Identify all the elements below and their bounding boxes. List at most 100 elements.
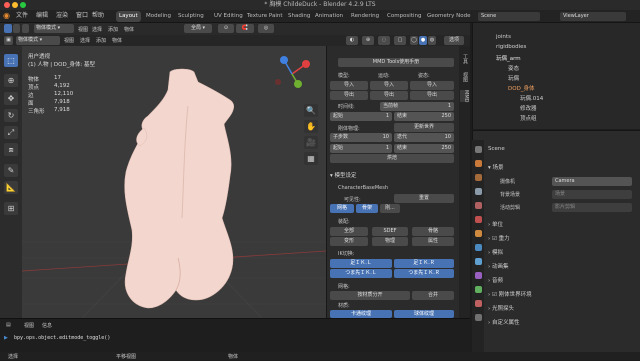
tab-shading[interactable]: Shading: [285, 11, 313, 22]
motion-import-button[interactable]: 导入: [370, 81, 408, 90]
model-export-button[interactable]: 导出: [330, 91, 368, 100]
tab-compositing[interactable]: Compositing: [384, 11, 424, 22]
assembly-physics-button[interactable]: 物理: [372, 237, 408, 246]
interaction-mode-dropdown[interactable]: 物体模式 ▾: [16, 36, 60, 45]
outliner-row[interactable]: 玩偶_arm: [496, 54, 521, 62]
visibility-icon[interactable]: ◐: [346, 36, 358, 45]
material-icon[interactable]: [475, 300, 482, 307]
join-button[interactable]: 合并: [412, 291, 454, 300]
ik-toe-l-button[interactable]: つま先ＩＫ.Ｌ: [330, 269, 392, 278]
ik-leg-l-button[interactable]: 足ＩＫ.Ｌ: [330, 259, 392, 268]
output-icon[interactable]: [475, 174, 482, 181]
constraints-icon[interactable]: [475, 272, 482, 279]
object-menu[interactable]: 物体: [112, 37, 122, 44]
simulation-panel[interactable]: › 模拟: [488, 248, 503, 256]
world-icon[interactable]: [475, 216, 482, 223]
camera-view-icon[interactable]: 🎥: [304, 136, 318, 149]
tab-layout[interactable]: Layout: [116, 11, 141, 22]
menu-window[interactable]: 窗口: [76, 12, 88, 20]
info-view-menu[interactable]: 视图: [24, 322, 34, 329]
measure-tool-icon[interactable]: 📐: [4, 181, 18, 194]
vis-armature-button[interactable]: 骨架: [356, 204, 378, 213]
menu-help[interactable]: 帮助: [92, 12, 104, 20]
outliner-row[interactable]: 修改器: [520, 104, 537, 112]
maximize-window-icon[interactable]: [20, 2, 26, 8]
move-tool-icon[interactable]: ✥: [4, 92, 18, 105]
active-clip-field[interactable]: 影片剪辑: [552, 203, 632, 212]
outliner-row[interactable]: joints: [496, 34, 511, 40]
menu-render[interactable]: 渲染: [56, 12, 68, 20]
minimize-window-icon[interactable]: [12, 2, 18, 8]
reset-button[interactable]: 重置: [394, 194, 454, 203]
scene-icon[interactable]: [475, 202, 482, 209]
gravity-panel[interactable]: › ☑ 重力: [488, 234, 510, 242]
pose-import-button[interactable]: 导入: [410, 81, 454, 90]
orientation-dropdown[interactable]: 全局 ▾: [184, 24, 212, 33]
pose-export-button[interactable]: 导出: [410, 91, 454, 100]
add-cube-tool-icon[interactable]: ⊞: [4, 202, 18, 215]
wireframe-shading-icon[interactable]: ◯: [410, 36, 418, 45]
close-window-icon[interactable]: [4, 2, 10, 8]
iteration-field[interactable]: 迭代 10: [394, 133, 454, 142]
annotate-tool-icon[interactable]: ✎: [4, 164, 18, 177]
rotate-tool-icon[interactable]: ↻: [4, 109, 18, 122]
outliner-row[interactable]: 玩偶: [508, 74, 519, 82]
blender-logo-icon[interactable]: ◉: [3, 12, 10, 20]
transform-tool-icon[interactable]: ⧈: [4, 143, 18, 156]
menu-file[interactable]: 文件: [16, 12, 28, 20]
material-shading-icon[interactable]: ◍: [428, 36, 436, 45]
cursor-tool-icon[interactable]: ⊕: [4, 74, 18, 87]
ortho-grid-icon[interactable]: ▦: [304, 152, 318, 165]
tab-view[interactable]: 视图: [460, 72, 469, 82]
assembly-property-button[interactable]: 属性: [412, 237, 454, 246]
vis-rigid-button[interactable]: 刚...: [380, 204, 400, 213]
options-button[interactable]: 选项: [444, 36, 464, 45]
pan-hand-icon[interactable]: ✋: [304, 120, 318, 133]
start-frame-field[interactable]: 起始 1: [330, 112, 392, 121]
header-add-menu[interactable]: 添加: [108, 26, 118, 33]
tab-mmd[interactable]: MMD: [460, 90, 469, 103]
gizmo-icon[interactable]: ⊕: [362, 36, 374, 45]
selection-subtract-icon[interactable]: [22, 24, 29, 33]
header-select-menu[interactable]: 选择: [92, 26, 102, 33]
tab-geometry-nodes[interactable]: Geometry Node: [424, 11, 474, 22]
solid-shading-icon[interactable]: ●: [419, 36, 427, 45]
object-mode-icon[interactable]: ▣: [4, 36, 13, 45]
scale-tool-icon[interactable]: ⤢: [4, 126, 18, 139]
menu-edit[interactable]: 编辑: [36, 12, 48, 20]
rigid-end-field[interactable]: 结束 250: [394, 144, 454, 153]
end-frame-field[interactable]: 结束 250: [394, 112, 454, 121]
outliner-row[interactable]: 玩偶.014: [520, 94, 543, 102]
info-info-menu[interactable]: 信息: [42, 322, 52, 329]
texture-icon[interactable]: [475, 314, 482, 321]
selection-mode-icon[interactable]: [4, 24, 12, 33]
motion-export-button[interactable]: 导出: [370, 91, 408, 100]
render-icon[interactable]: [475, 160, 482, 167]
tab-sculpting[interactable]: Sculpting: [175, 11, 207, 22]
header-view-menu[interactable]: 视图: [78, 26, 88, 33]
header-object-menu[interactable]: 物体: [124, 26, 134, 33]
overlay-icon[interactable]: ◌: [378, 36, 390, 45]
proportional-edit-icon[interactable]: ◎: [258, 24, 274, 33]
camera-field[interactable]: Camera: [552, 177, 632, 186]
rigid-start-field[interactable]: 起始 1: [330, 144, 392, 153]
substep-field[interactable]: 子步数 10: [330, 133, 392, 142]
tab-tool[interactable]: 工具: [460, 54, 469, 64]
xray-icon[interactable]: ▢: [394, 36, 406, 45]
assembly-all-button[interactable]: 全部: [330, 227, 368, 236]
mmd-manual-button[interactable]: MMD Tools使用手册: [338, 58, 454, 67]
ik-toe-r-button[interactable]: つま先ＩＫ.Ｒ: [394, 269, 454, 278]
pivot-icon[interactable]: ⊙: [218, 24, 234, 33]
tool-settings-icon[interactable]: [475, 146, 482, 153]
assembly-bone-button[interactable]: 骨骼: [412, 227, 454, 236]
add-menu[interactable]: 添加: [96, 37, 106, 44]
scene-selector[interactable]: Scene: [478, 12, 540, 21]
tab-rendering[interactable]: Rendering: [348, 11, 382, 22]
assembly-sdef-button[interactable]: SDEF: [372, 227, 408, 236]
tab-modeling[interactable]: Modeling: [143, 11, 174, 22]
select-tool-icon[interactable]: ⬚: [4, 54, 18, 67]
units-panel[interactable]: › 单位: [488, 220, 503, 228]
scene-section-header[interactable]: ▾ 场景: [488, 163, 504, 171]
ik-leg-r-button[interactable]: 足ＩＫ.Ｒ: [394, 259, 454, 268]
view-layer-icon[interactable]: [475, 188, 482, 195]
